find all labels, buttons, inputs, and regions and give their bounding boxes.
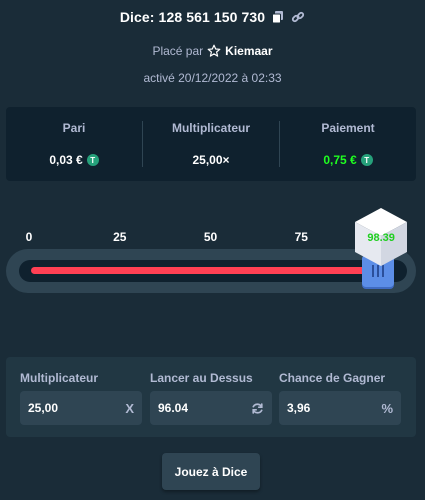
win-chance-input[interactable]: 3,96 % (279, 391, 401, 425)
payout-amount: 0,75 € (323, 153, 357, 167)
multiplier-input-value: 25,00 (28, 401, 59, 415)
multiplier-control: Multiplicateur 25,00 X (20, 371, 142, 425)
activated-timestamp: activé 20/12/2022 à 02:33 (143, 71, 282, 85)
bet-amount: 0,03 € (49, 153, 83, 167)
bet-label: Pari (62, 121, 86, 135)
slider-track (19, 260, 407, 282)
link-icon[interactable] (290, 10, 305, 25)
slider-tick-label: 75 (294, 230, 308, 244)
slider-tick-label: 25 (113, 230, 127, 244)
placed-by-prefix: Placé par (152, 44, 204, 58)
username-link[interactable]: Kiemaar (225, 44, 272, 58)
win-chance-label: Chance de Gagner (279, 371, 386, 385)
bet-column: Pari 0,03 € T (6, 121, 142, 167)
star-icon (207, 44, 221, 58)
tether-currency-icon: T (86, 154, 99, 166)
tether-currency-icon: T (360, 154, 373, 166)
payout-column: Paiement 0,75 € T (279, 121, 416, 167)
placed-by: Placé par Kiemaar (0, 44, 425, 58)
bet-controls-panel: Multiplicateur 25,00 X Lancer au Dessus … (6, 357, 416, 437)
bet-summary-panel: Pari 0,03 € T Multiplicateur 25,00× Paie… (6, 107, 416, 181)
payout-label: Paiement (321, 121, 375, 135)
slider-lose-range (31, 267, 378, 274)
roll-over-label: Lancer au Dessus (150, 371, 253, 385)
payout-value: 0,75 € T (280, 153, 416, 167)
play-dice-button[interactable]: Jouez à Dice (162, 453, 260, 490)
multiplier-input[interactable]: 25,00 X (20, 391, 142, 425)
roll-over-control: Lancer au Dessus 96.04 (150, 371, 272, 425)
slider-tick-label: 50 (203, 230, 218, 244)
percent-suffix: % (381, 400, 393, 416)
multiplier-column: Multiplicateur 25,00× (142, 121, 279, 167)
refresh-icon[interactable] (251, 402, 264, 415)
bet-detail-modal: Dice: 128 561 150 730 Placé par Kiemaar … (0, 0, 425, 500)
bet-value: 0,03 € T (6, 153, 142, 167)
slider-tick-label: 0 (25, 230, 33, 244)
copy-icon[interactable] (270, 10, 285, 25)
roll-over-value: 96.04 (158, 401, 189, 415)
bet-title: Dice: 128 561 150 730 (0, 9, 425, 25)
roll-over-input[interactable]: 96.04 (150, 391, 272, 425)
dice-result-value: 98.39 (367, 232, 395, 244)
win-chance-value: 3,96 (287, 401, 311, 415)
multiplier-value: 25,00× (192, 153, 230, 167)
multiplier-input-label: Multiplicateur (20, 371, 99, 385)
win-chance-control: Chance de Gagner 3,96 % (279, 371, 401, 425)
multiplier-label: Multiplicateur (171, 121, 250, 135)
dice-result-marker: 98.39 (353, 206, 409, 268)
multiplier-suffix: X (125, 400, 134, 416)
bet-title-text: Dice: 128 561 150 730 (119, 9, 266, 25)
